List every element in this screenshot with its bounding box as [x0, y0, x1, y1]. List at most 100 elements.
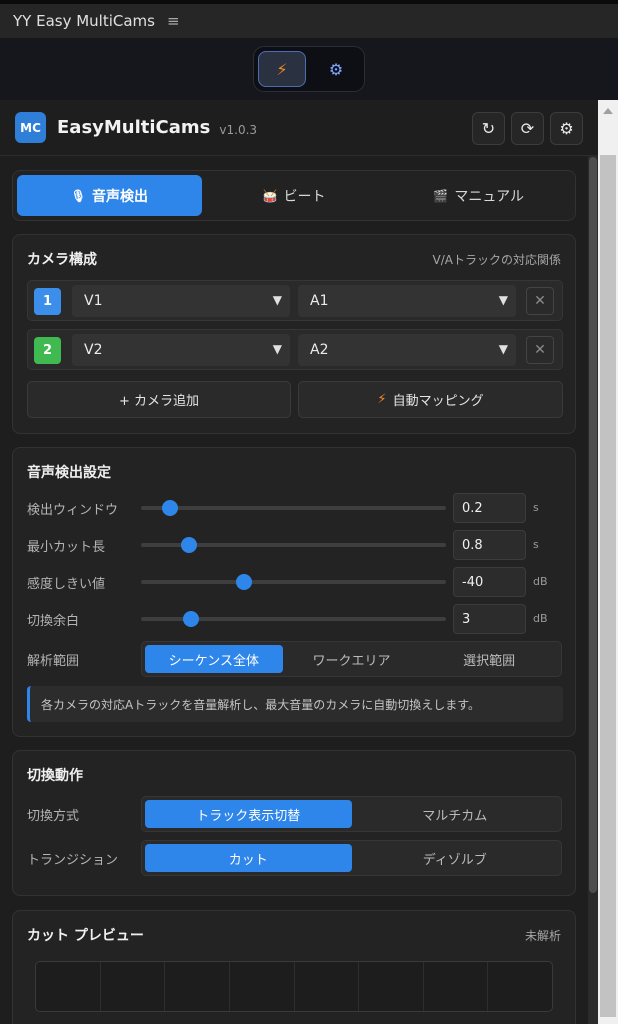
- slider-label: 感度しきい値: [27, 577, 106, 592]
- cut-preview-card: カット プレビュー 未解析: [12, 910, 576, 1024]
- slider-unit: s: [533, 501, 539, 514]
- app-logo: MC: [15, 112, 46, 143]
- slider-knob[interactable]: [183, 611, 200, 627]
- window-titlebar: YY Easy MultiCams ≡: [0, 0, 618, 38]
- method-option-multicam[interactable]: マルチカム: [352, 800, 559, 828]
- slider-row-detect-window: 検出ウィンドウ 0.2 s: [27, 493, 567, 523]
- timeline-cell: [36, 962, 101, 1011]
- select-value: A1: [310, 293, 329, 309]
- gear-icon[interactable]: ⚙: [312, 51, 360, 87]
- transition-option-cut[interactable]: カット: [145, 844, 352, 872]
- slider-value-input[interactable]: 0.8: [453, 530, 526, 560]
- bolt-icon[interactable]: ⚡: [258, 51, 306, 87]
- range-option-work-area[interactable]: ワークエリア: [283, 645, 421, 673]
- audio-track-select[interactable]: A2 ▼: [298, 334, 516, 366]
- clapperboard-icon: 🎬: [433, 188, 449, 203]
- timeline-cell: [424, 962, 489, 1011]
- undo-button[interactable]: ↻: [472, 112, 505, 145]
- timeline-cell: [488, 962, 552, 1011]
- timeline-cell: [230, 962, 295, 1011]
- slider-value-input[interactable]: -40: [453, 567, 526, 597]
- chevron-down-icon: ▼: [272, 342, 282, 356]
- outer-scrollbar-thumb[interactable]: [600, 155, 616, 1017]
- slider-unit: dB: [533, 612, 548, 625]
- select-value: V1: [84, 293, 103, 309]
- slider-value-input[interactable]: 3: [453, 604, 526, 634]
- camera-row: 1 V1 ▼ A1 ▼ ✕: [27, 280, 563, 321]
- range-option-selection[interactable]: 選択範囲: [420, 645, 558, 673]
- hamburger-menu-icon[interactable]: ≡: [167, 12, 180, 30]
- tab-label: ビート: [283, 188, 326, 205]
- slider-row-threshold: 感度しきい値 -40 dB: [27, 567, 567, 597]
- app-name: EasyMultiCams: [57, 117, 211, 138]
- slider-row-margin: 切換余白 3 dB: [27, 604, 567, 634]
- tab-manual[interactable]: 🎬 マニュアル: [386, 175, 571, 216]
- chevron-down-icon: ▼: [498, 342, 508, 356]
- timeline-cell: [295, 962, 360, 1011]
- slider-row-min-cut: 最小カット長 0.8 s: [27, 530, 567, 560]
- refresh-button[interactable]: ⟳: [511, 112, 544, 145]
- remove-camera-close-icon[interactable]: ✕: [526, 336, 554, 364]
- method-option-track-toggle[interactable]: トラック表示切替: [145, 800, 352, 828]
- tab-label: 音声検出: [91, 188, 148, 205]
- card-title: カット プレビュー: [27, 928, 144, 944]
- settings-button[interactable]: ⚙: [550, 112, 583, 145]
- tab-audio-detect[interactable]: 🎙 音声検出: [17, 175, 202, 216]
- chevron-down-icon: ▼: [498, 293, 508, 307]
- mode-tabs: 🎙 音声検出 🥁 ビート 🎬 マニュアル: [12, 170, 576, 221]
- add-camera-button[interactable]: + カメラ追加: [27, 381, 291, 418]
- slider-track[interactable]: [141, 537, 446, 553]
- app-header: MC EasyMultiCams v1.0.3 ↻ ⟳ ⚙: [0, 100, 598, 156]
- video-track-select[interactable]: V2 ▼: [72, 334, 290, 366]
- select-value: A2: [310, 342, 329, 358]
- slider-value-input[interactable]: 0.2: [453, 493, 526, 523]
- card-note: V/Aトラックの対応関係: [432, 253, 561, 267]
- top-toolbar: ⚡ ⚙: [0, 38, 618, 100]
- cut-preview-timeline: [35, 961, 553, 1012]
- outer-scrollbar[interactable]: [598, 100, 618, 1024]
- panel-scrollbar[interactable]: [588, 155, 598, 1024]
- slider-track[interactable]: [141, 574, 446, 590]
- transition-segment: カット ディゾルブ: [141, 840, 562, 876]
- range-option-sequence[interactable]: シーケンス全体: [145, 645, 283, 673]
- slider-knob[interactable]: [180, 537, 197, 553]
- bolt-icon: ⚡: [377, 392, 387, 407]
- segment-label: 切換方式: [27, 809, 80, 824]
- auto-mapping-button[interactable]: ⚡ 自動マッピング: [298, 381, 563, 418]
- camera-row: 2 V2 ▼ A2 ▼ ✕: [27, 329, 563, 370]
- audio-track-select[interactable]: A1 ▼: [298, 285, 516, 317]
- slider-label: 最小カット長: [27, 540, 106, 555]
- transition-option-dissolve[interactable]: ディゾルブ: [352, 844, 559, 872]
- slider-knob[interactable]: [236, 574, 253, 590]
- analysis-range-segment: シーケンス全体 ワークエリア 選択範囲: [141, 641, 562, 677]
- select-value: V2: [84, 342, 103, 358]
- camera-number-badge: 1: [34, 288, 61, 315]
- remove-camera-close-icon[interactable]: ✕: [526, 287, 554, 315]
- scroll-up-arrow-icon[interactable]: [603, 108, 613, 114]
- switch-behavior-card: 切換動作 切換方式 トラック表示切替 マルチカム トランジション カット ディゾ…: [12, 750, 576, 896]
- video-track-select[interactable]: V1 ▼: [72, 285, 290, 317]
- button-label: 自動マッピング: [392, 394, 484, 409]
- tab-beat[interactable]: 🥁 ビート: [202, 175, 387, 216]
- slider-unit: s: [533, 538, 539, 551]
- chevron-down-icon: ▼: [272, 293, 282, 307]
- card-title: 切換動作: [27, 768, 83, 784]
- segment-label: トランジション: [27, 853, 119, 868]
- info-note: 各カメラの対応Aトラックを音量解析し、最大音量のカメラに自動切換えします。: [27, 686, 563, 722]
- slider-knob[interactable]: [161, 500, 178, 516]
- switch-method-segment: トラック表示切替 マルチカム: [141, 796, 562, 832]
- card-title: 音声検出設定: [27, 465, 111, 481]
- segment-label: 解析範囲: [27, 654, 80, 669]
- slider-label: 検出ウィンドウ: [27, 503, 119, 518]
- camera-number-badge: 2: [34, 337, 61, 364]
- card-title: カメラ構成: [27, 252, 97, 268]
- preview-status: 未解析: [524, 929, 561, 943]
- camera-config-card: カメラ構成 V/Aトラックの対応関係 1 V1 ▼ A1 ▼ ✕ 2 V2 ▼ …: [12, 234, 576, 434]
- timeline-cell: [359, 962, 424, 1011]
- slider-track[interactable]: [141, 611, 446, 627]
- slider-track[interactable]: [141, 500, 446, 516]
- panel-scrollbar-thumb[interactable]: [589, 157, 597, 893]
- audio-detect-settings-card: 音声検出設定 検出ウィンドウ 0.2 s 最小カット長 0.8 s 感度しきい値…: [12, 447, 576, 737]
- toolbar-segment: ⚡ ⚙: [253, 46, 365, 92]
- tab-label: マニュアル: [454, 188, 524, 205]
